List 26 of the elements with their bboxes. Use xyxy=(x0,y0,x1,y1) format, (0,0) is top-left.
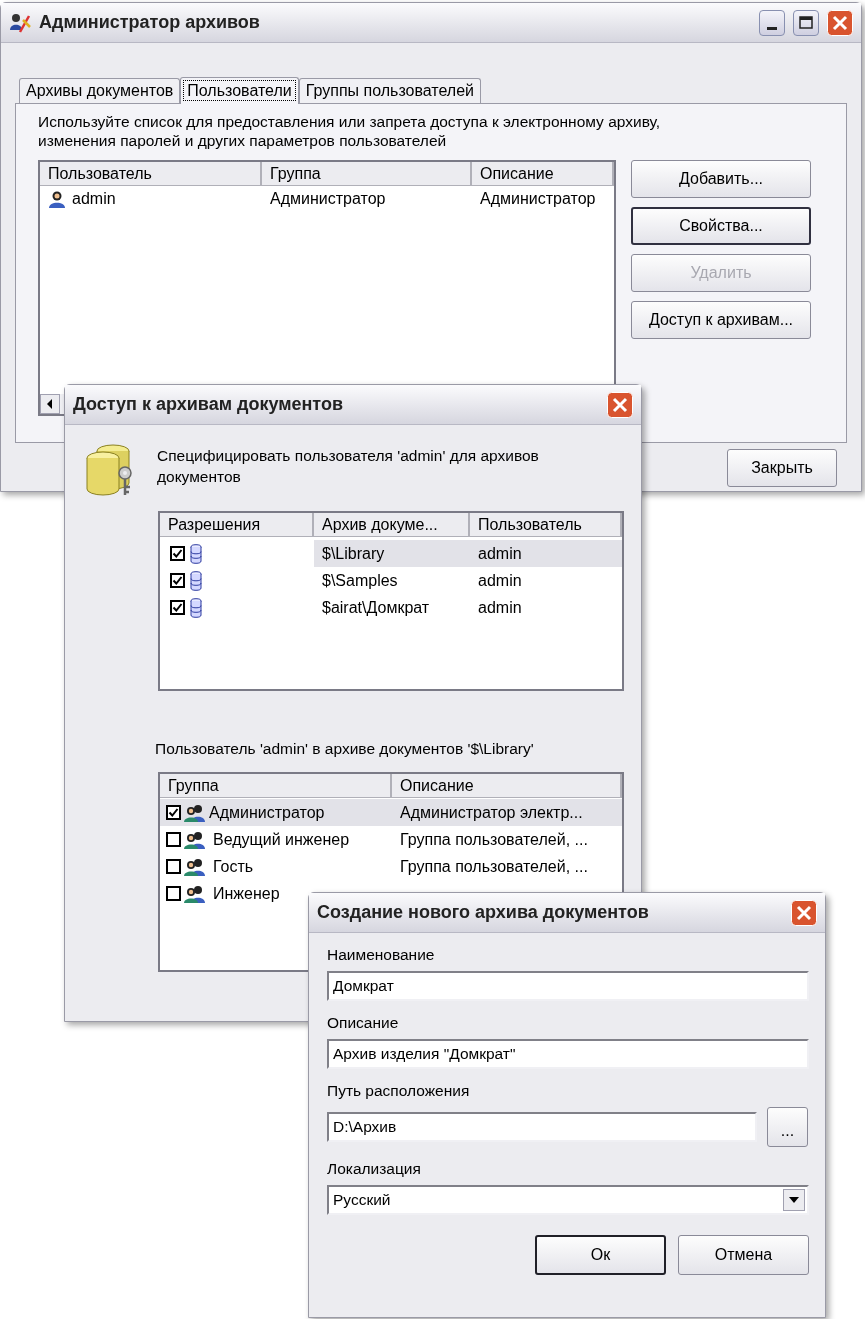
table-cell: admin xyxy=(478,598,522,616)
table-cell-text: Гость xyxy=(213,856,254,877)
window-title: Доступ к архивам документов xyxy=(73,393,344,416)
table-cell-text: Администратор xyxy=(480,189,596,209)
instruction-text: Используйте список для предоставления или запрета доступа к электронному архиву, изменения паролей и других параметров пользователей xyxy=(38,112,662,150)
field-label: Локализация xyxy=(327,1159,422,1179)
table-cell: admin xyxy=(478,544,522,562)
table-cell: Администратор электр... xyxy=(400,803,583,821)
table-cell: Группа пользователей, ... xyxy=(400,857,588,875)
table-cell: admin xyxy=(478,571,522,589)
table-cell-text: Ведущий инженер xyxy=(213,829,350,850)
table-cell: Группа пользователей, ... xyxy=(400,830,588,848)
prompt-text: Специфицировать пользователя 'admin' для архивов документов xyxy=(157,446,540,487)
field-label: Путь расположения xyxy=(327,1081,471,1101)
field-label: Описание xyxy=(327,1013,400,1033)
table-cell: $\Samples xyxy=(322,571,398,589)
table-cell-text: Администратор xyxy=(270,189,386,209)
table-cell: $airat\Домкрат xyxy=(322,598,430,616)
window-title: Создание нового архива документов xyxy=(317,901,650,924)
field-label: Наименование xyxy=(327,945,436,965)
groups-label: Пользователь 'admin' в архиве документов '$\Library' xyxy=(155,739,535,759)
table-cell-text: Администратор xyxy=(209,802,325,823)
table-cell-text: Инженер xyxy=(213,883,280,904)
table-cell: $\Library xyxy=(322,544,385,562)
window-title: Администратор архивов xyxy=(39,11,261,34)
table-cell-text: admin xyxy=(72,189,116,209)
